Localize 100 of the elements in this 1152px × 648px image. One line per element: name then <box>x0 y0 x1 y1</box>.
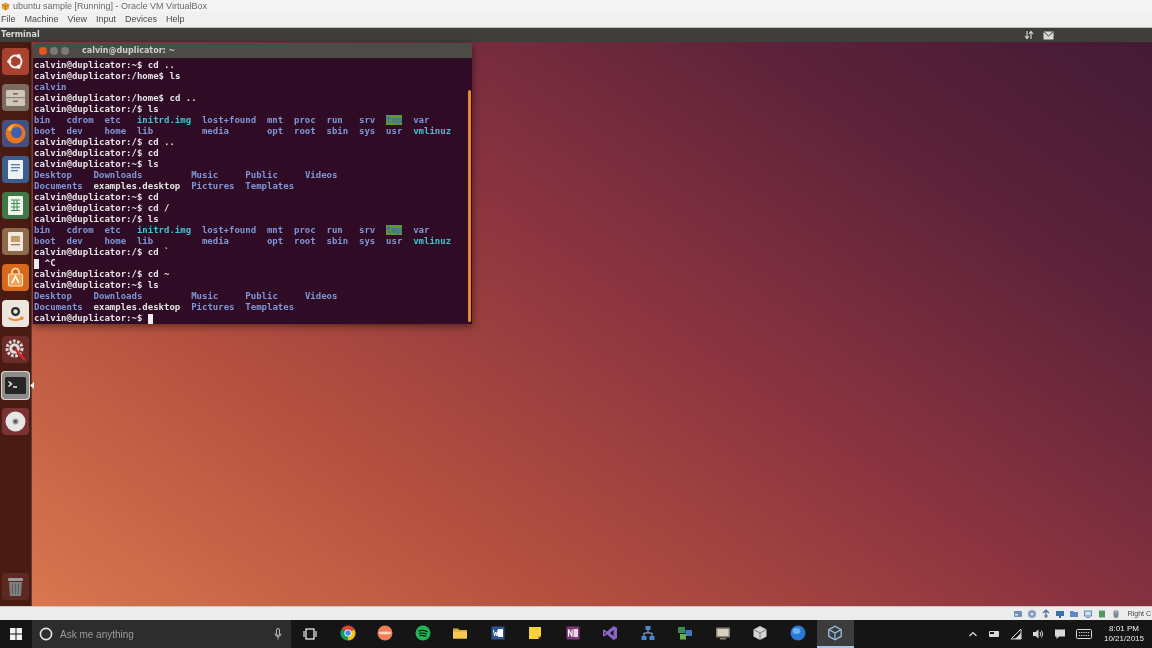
menu-item[interactable]: Devices <box>124 15 157 24</box>
task-view-icon <box>303 627 317 641</box>
directory-name: usr <box>386 236 403 246</box>
cube-icon <box>752 625 769 641</box>
directory-name: lost+found <box>201 115 257 125</box>
directory-name: dev <box>66 126 83 136</box>
launcher-item[interactable] <box>1 47 30 76</box>
ring-icon <box>39 627 53 641</box>
cube-outline-icon <box>827 625 844 641</box>
directory-name: opt <box>266 126 284 136</box>
command-line: calvin@duplicator:~$ <box>34 313 143 324</box>
menu-item[interactable]: Machine <box>24 15 59 24</box>
note-icon <box>527 625 544 641</box>
directory-name: Templates <box>245 302 295 312</box>
transfer-arrows-icon[interactable] <box>1024 30 1034 40</box>
segmented-circle-icon <box>339 625 356 641</box>
signal-icon[interactable] <box>1010 628 1022 640</box>
device-icon[interactable] <box>988 628 1000 640</box>
menu-item[interactable]: File <box>1 15 16 24</box>
command-line: calvin@duplicator:/$ cd <box>34 148 159 159</box>
directory-name: usr <box>386 126 403 136</box>
command-line: calvin@duplicator:/$ ls <box>34 104 159 115</box>
directory-name: srv <box>359 115 376 125</box>
directory-name: root <box>294 236 316 246</box>
menu-item[interactable]: Help <box>165 15 185 24</box>
launcher-item[interactable] <box>1 83 30 112</box>
disc-icon <box>2 408 29 435</box>
highlighted-directory-name: tmp <box>386 225 403 235</box>
directory-name: Videos <box>304 291 338 301</box>
launcher-item[interactable] <box>1 191 30 220</box>
ring-logo-icon <box>2 48 29 75</box>
terminal-icon <box>2 372 29 399</box>
directory-name: Videos <box>304 170 338 180</box>
directory-name: home <box>104 236 127 246</box>
chevron-up-icon[interactable] <box>968 629 978 639</box>
clock-date[interactable]: 10/21/2015 <box>1103 635 1144 643</box>
monitor-icon <box>714 625 731 641</box>
directory-name: Templates <box>245 181 295 191</box>
launcher-item[interactable] <box>1 227 30 256</box>
menu-item[interactable]: View <box>67 15 87 24</box>
block-cursor-icon <box>34 258 40 269</box>
windows-logo-icon <box>10 628 22 640</box>
spreadsheet-icon <box>2 192 29 219</box>
clock-time[interactable]: 8:01 PM <box>1109 625 1139 633</box>
search-field[interactable]: Ask me anything <box>60 624 267 644</box>
launcher-item[interactable] <box>1 335 30 364</box>
directory-name: var <box>413 115 430 125</box>
sound-waves-icon <box>414 625 431 641</box>
mouse-icon[interactable] <box>1110 608 1121 619</box>
taskbar-app[interactable] <box>816 620 854 648</box>
message-icon[interactable] <box>1054 628 1066 640</box>
search-box[interactable]: Ask me anything <box>32 620 291 648</box>
symlink-name: initrd.img <box>136 115 192 125</box>
directory-name: Music <box>191 170 219 180</box>
symlink-name: vmlinuz <box>413 126 452 136</box>
command-line: calvin@duplicator:~$ cd <box>34 192 159 203</box>
mail-icon[interactable] <box>1043 30 1054 40</box>
launcher-item[interactable] <box>1 407 30 436</box>
speaker-icon[interactable] <box>1032 628 1044 640</box>
menu-item[interactable]: Input <box>95 15 116 24</box>
presentation-icon <box>2 228 29 255</box>
command-line: calvin@duplicator:~$ ls <box>34 159 159 170</box>
directory-name: bin <box>34 225 51 235</box>
command-line: calvin@duplicator:~$ cd / <box>34 203 170 214</box>
keyboard-icon[interactable] <box>1076 629 1092 639</box>
directory-name: sys <box>359 236 376 246</box>
globe-icon <box>789 625 806 641</box>
directory-name: Public <box>245 291 278 301</box>
directory-name: root <box>294 126 316 136</box>
command-line: calvin@duplicator:~$ cd .. <box>34 60 175 71</box>
connector-icon[interactable] <box>1040 608 1051 619</box>
directory-name: Public <box>245 170 278 180</box>
directory-name: mnt <box>266 115 284 125</box>
drive-icon[interactable] <box>1012 608 1023 619</box>
network-icon[interactable] <box>1054 608 1065 619</box>
directory-name: sbin <box>326 236 349 246</box>
command-line: calvin@duplicator:/$ cd ` <box>34 247 170 258</box>
document-tile-icon <box>489 625 506 641</box>
directory-name: run <box>326 225 343 235</box>
directory-name: boot <box>34 236 56 246</box>
command-line: calvin@duplicator:/$ ls <box>34 214 159 225</box>
text-document-icon <box>2 156 29 183</box>
launcher-item[interactable] <box>1 299 30 328</box>
display-icon[interactable] <box>1082 608 1093 619</box>
launcher-item[interactable] <box>1 119 30 148</box>
scrollbar[interactable] <box>468 90 471 322</box>
mic-icon[interactable] <box>274 628 282 640</box>
highlighted-directory-name: tmp <box>386 115 403 125</box>
directory-name: bin <box>34 115 51 125</box>
chip-icon[interactable] <box>1096 608 1107 619</box>
directory-name: run <box>326 115 343 125</box>
directory-name: etc <box>104 225 121 235</box>
launcher-item[interactable] <box>1 263 30 292</box>
directory-name: mnt <box>266 225 284 235</box>
directory-name: var <box>413 225 430 235</box>
trash-icon[interactable] <box>2 573 29 600</box>
launcher-item[interactable] <box>1 155 30 184</box>
directory-name: Desktop <box>34 291 72 301</box>
directory-name: cdrom <box>66 115 94 125</box>
command-line: calvin@duplicator:/$ cd .. <box>34 137 175 148</box>
